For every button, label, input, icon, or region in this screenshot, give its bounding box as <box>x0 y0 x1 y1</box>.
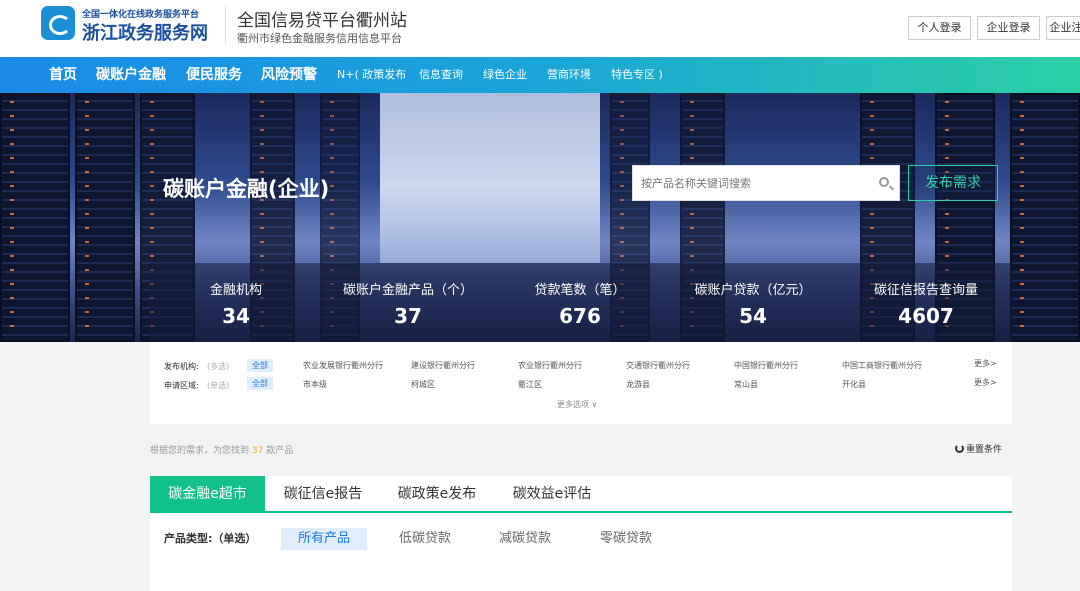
stat-value: 37 <box>394 304 422 328</box>
org-option[interactable]: 中国银行衢州分行 <box>734 360 798 371</box>
site-subtitle: 衢州市绿色金融服务信用信息平台 <box>237 32 402 45</box>
server-rack-graphic <box>0 93 70 342</box>
nav-green-enterprise[interactable]: 绿色企业 <box>483 57 527 93</box>
org-option[interactable]: 建设银行衢州分行 <box>411 360 475 371</box>
region-filter-hint: (单选) <box>207 381 230 390</box>
region-filter-all[interactable]: 全部 <box>247 377 273 390</box>
region-option[interactable]: 柯城区 <box>411 379 435 390</box>
org-option[interactable]: 交通银行衢州分行 <box>626 360 690 371</box>
nav-special-zone[interactable]: 特色专区 ) <box>611 57 663 93</box>
main-nav: 首页 碳账户金融 便民服务 风险预警 N+( 政策发布 信息查询 绿色企业 营商… <box>0 57 1080 93</box>
stat-label: 碳账户贷款（亿元） <box>694 283 812 298</box>
result-suffix: 款产品 <box>266 446 294 456</box>
region-more-link[interactable]: 更多> <box>974 377 997 388</box>
search-icon[interactable] <box>879 177 889 187</box>
result-count: 37 <box>251 446 264 456</box>
hero-corridor-light <box>380 93 600 263</box>
nav-home[interactable]: 首页 <box>49 57 77 93</box>
reset-label: 重置条件 <box>966 445 1003 455</box>
org-option[interactable]: 农业发展银行衢州分行 <box>303 360 383 371</box>
stat-value: 676 <box>559 304 601 328</box>
personal-login-button[interactable]: 个人登录 <box>908 16 971 40</box>
org-filter-all[interactable]: 全部 <box>247 359 273 372</box>
stat-value: 54 <box>739 304 767 328</box>
org-filter-hint: (多选) <box>207 362 230 371</box>
region-filter-label: 申请区域: <box>164 381 199 390</box>
enterprise-register-button[interactable]: 企业注 <box>1046 16 1080 40</box>
hero-title: 碳账户金融(企业) <box>163 177 330 201</box>
tab-carbon-policy[interactable]: 碳政策e发布 <box>385 476 489 513</box>
filter-panel: 发布机构: (多选) 全部 农业发展银行衢州分行 建设银行衢州分行 农业银行衢州… <box>150 342 1012 424</box>
stat-value: 34 <box>222 304 250 328</box>
region-option[interactable]: 衢江区 <box>518 379 542 390</box>
org-filter-label: 发布机构: <box>164 362 199 371</box>
stat-label: 贷款笔数（笔） <box>534 283 626 298</box>
stat-label: 金融机构 <box>209 283 262 298</box>
org-option[interactable]: 农业银行衢州分行 <box>518 360 582 371</box>
tab-carbon-market[interactable]: 碳金融e超市 <box>150 476 265 513</box>
more-options-toggle[interactable]: 更多选项 ∨ <box>557 399 597 410</box>
search-box <box>632 165 900 201</box>
hero-banner: 碳账户金融(企业) 发布需求 金融机构 34 碳账户金融产品（个） 37 贷款笔… <box>0 93 1080 342</box>
refresh-icon <box>955 444 964 453</box>
region-option[interactable]: 开化县 <box>842 379 866 390</box>
region-option[interactable]: 市本级 <box>303 379 327 390</box>
stats-panel: 金融机构 34 碳账户金融产品（个） 37 贷款笔数（笔） 676 碳账户贷款（… <box>150 263 1012 342</box>
nav-carbon-finance[interactable]: 碳账户金融 <box>96 57 166 93</box>
site-title: 全国信易贷平台衢州站 <box>237 11 407 31</box>
enterprise-login-button[interactable]: 企业登录 <box>977 16 1040 40</box>
nav-policy[interactable]: N+( 政策发布 <box>337 57 406 93</box>
result-summary: 根据您的需求，为您找到 37 款产品 <box>150 443 293 456</box>
reset-conditions-button[interactable]: 重置条件 <box>955 442 1002 455</box>
stat-value: 4607 <box>898 304 954 328</box>
header-divider <box>225 6 226 44</box>
nav-risk-alert[interactable]: 风险预警 <box>261 57 317 93</box>
nav-info-query[interactable]: 信息查询 <box>419 57 463 93</box>
product-type-label: 产品类型:（单选） <box>164 532 257 545</box>
org-option[interactable]: 中国工商银行衢州分行 <box>842 360 922 371</box>
server-rack-graphic <box>1010 93 1080 342</box>
org-more-link[interactable]: 更多> <box>974 358 997 369</box>
top-header: 全国一体化在线政务服务平台 浙江政务服务网 全国信易贷平台衢州站 衢州市绿色金融… <box>0 0 1080 57</box>
region-option[interactable]: 龙游县 <box>626 379 650 390</box>
product-type-option[interactable]: 低碳贷款 <box>382 528 468 550</box>
product-panel: 碳金融e超市 碳征信e报告 碳政策e发布 碳效益e评估 产品类型:（单选） 所有… <box>150 476 1012 591</box>
result-prefix: 根据您的需求，为您找到 <box>150 446 250 456</box>
gov-title[interactable]: 浙江政务服务网 <box>82 19 208 45</box>
nav-business-env[interactable]: 营商环境 <box>547 57 591 93</box>
server-rack-graphic <box>75 93 135 342</box>
stat-label: 碳账户金融产品（个） <box>342 283 473 298</box>
gov-logo-icon[interactable] <box>41 6 75 40</box>
product-type-option[interactable]: 减碳贷款 <box>482 528 568 550</box>
product-type-option[interactable]: 零碳贷款 <box>583 528 669 550</box>
product-type-option[interactable]: 所有产品 <box>281 528 367 550</box>
tab-carbon-benefit[interactable]: 碳效益e评估 <box>500 476 604 513</box>
product-tabs: 碳金融e超市 碳征信e报告 碳政策e发布 碳效益e评估 <box>150 476 1012 513</box>
publish-demand-button[interactable]: 发布需求 <box>908 165 998 201</box>
stat-label: 碳征信报告查询量 <box>873 283 978 298</box>
nav-convenience[interactable]: 便民服务 <box>186 57 242 93</box>
region-option[interactable]: 常山县 <box>734 379 758 390</box>
search-input[interactable] <box>633 166 868 200</box>
tab-carbon-credit-report[interactable]: 碳征信e报告 <box>271 476 375 513</box>
